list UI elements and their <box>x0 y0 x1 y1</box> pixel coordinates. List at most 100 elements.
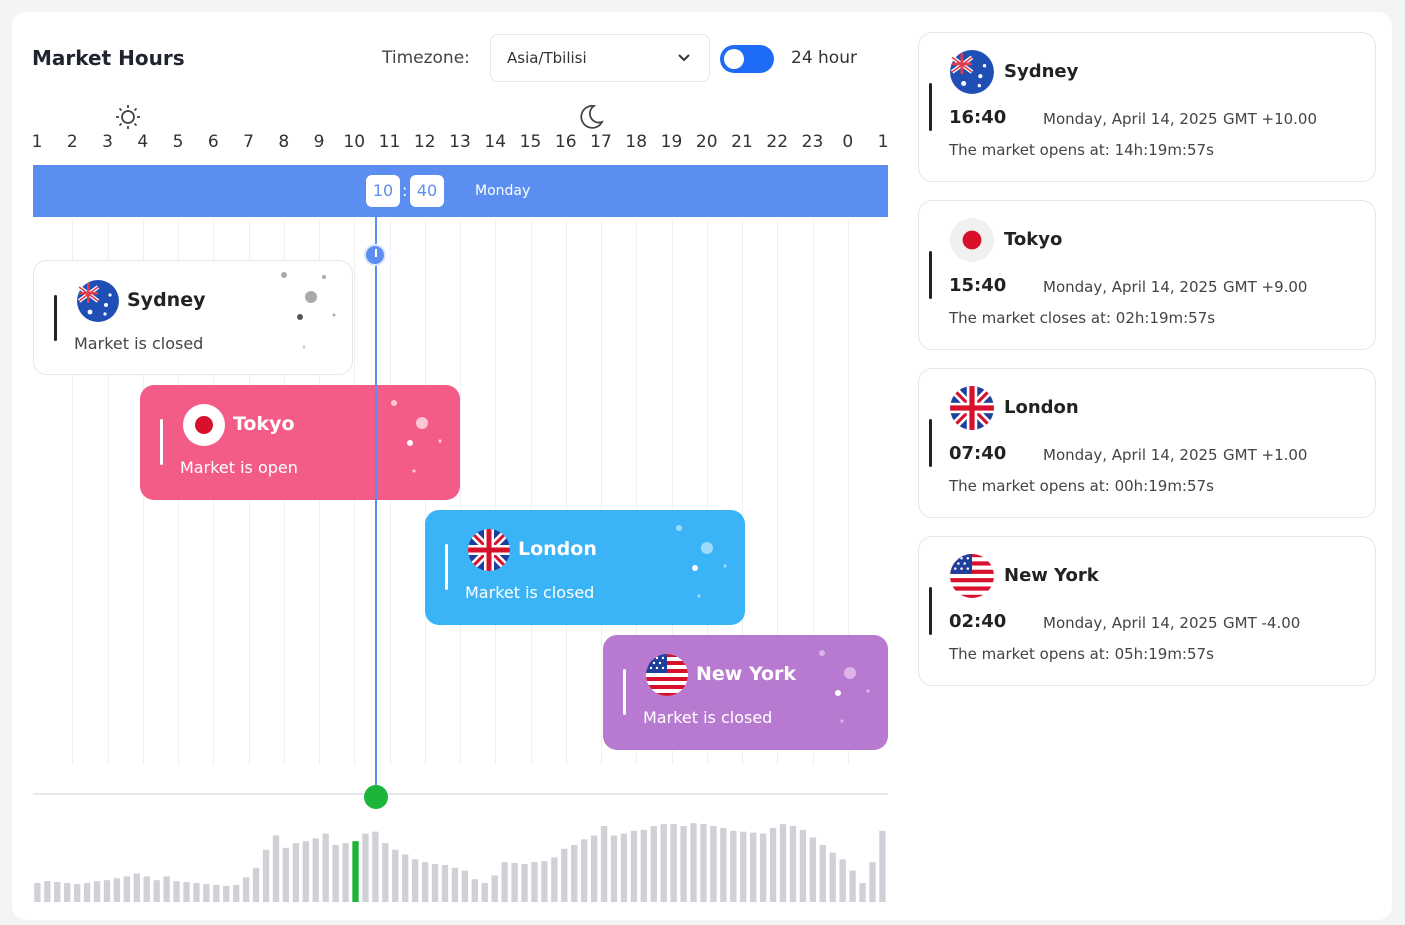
volume-bar <box>54 882 61 902</box>
gridline <box>495 220 497 765</box>
volume-bar <box>143 876 150 902</box>
hour-label: 1 <box>877 132 889 152</box>
session-bar <box>623 669 626 715</box>
hour-label: 3 <box>102 132 113 152</box>
market-bar <box>929 419 932 467</box>
current-hour-box: 10 <box>366 175 400 207</box>
australia-flag-icon <box>950 50 994 94</box>
market-date: Monday, April 14, 2025 <box>1043 446 1218 464</box>
volume-bar <box>441 864 449 902</box>
volume-bar <box>879 830 886 902</box>
decorative-dots <box>676 525 727 598</box>
volume-bar <box>64 883 71 902</box>
hour-label: 22 <box>766 132 789 152</box>
volume-separator <box>33 793 888 795</box>
24-hour-label: 24 hour <box>791 48 857 68</box>
current-day-band: 10 : 40 Monday <box>33 165 888 217</box>
volume-chart <box>34 823 886 902</box>
volume-bar <box>750 832 757 902</box>
hour-label: 4 <box>137 132 149 152</box>
volume-bar <box>302 841 309 902</box>
volume-bar <box>680 826 687 902</box>
volume-bar <box>223 885 230 902</box>
current-minute-box: 40 <box>410 175 444 207</box>
market-info-card-london[interactable]: London 07:40 Monday, April 14, 2025 GMT … <box>918 368 1376 518</box>
market-info-card-tokyo[interactable]: Tokyo 15:40 Monday, April 14, 2025 GMT +… <box>918 200 1376 350</box>
session-status: Market is open <box>180 458 298 477</box>
market-bar <box>929 83 932 131</box>
volume-bar <box>511 863 518 902</box>
market-countdown: The market closes at: 02h:19m:57s <box>949 309 1216 327</box>
volume-bar <box>551 857 558 902</box>
hour-label: 19 <box>660 132 683 152</box>
session-bar <box>445 544 448 590</box>
market-countdown: The market opens at: 05h:19m:57s <box>949 645 1214 663</box>
market-gmt-offset: GMT +9.00 <box>1223 278 1308 296</box>
chevron-down-icon <box>678 54 690 62</box>
australia-flag-icon <box>77 280 119 322</box>
volume-bar <box>799 829 807 902</box>
market-date: Monday, April 14, 2025 <box>1043 278 1218 296</box>
volume-bar <box>133 873 140 902</box>
hour-label: 15 <box>519 132 542 152</box>
volume-bar <box>262 849 270 902</box>
volume-bar <box>103 880 111 902</box>
hour-label: 10 <box>343 132 366 152</box>
volume-bar <box>233 884 240 902</box>
hour-label: 9 <box>313 132 325 152</box>
volume-bar <box>571 845 578 902</box>
volume-bar-current <box>352 841 359 902</box>
volume-bar <box>690 823 697 902</box>
volume-bar <box>590 835 598 902</box>
volume-bar <box>481 883 488 902</box>
volume-bar <box>153 880 160 902</box>
japan-flag-icon <box>950 218 994 262</box>
market-info-card-sydney[interactable]: Sydney 16:40 Monday, April 14, 2025 GMT … <box>918 32 1376 182</box>
hour-label: 12 <box>413 132 436 152</box>
volume-bar <box>869 862 876 902</box>
volume-bar <box>173 881 180 902</box>
volume-bar <box>332 845 339 902</box>
decorative-dots <box>281 272 336 349</box>
volume-bar <box>113 878 121 902</box>
market-local-time: 15:40 <box>949 275 1007 296</box>
volume-bar <box>829 852 836 902</box>
volume-bar <box>541 861 548 902</box>
session-city: London <box>518 538 597 560</box>
market-info-card-new-york[interactable]: New York 02:40 Monday, April 14, 2025 GM… <box>918 536 1376 686</box>
current-day-label: Monday <box>475 183 531 199</box>
volume-bar <box>34 883 41 902</box>
session-status: Market is closed <box>465 583 595 602</box>
hour-label: 20 <box>695 132 718 152</box>
hour-label: 6 <box>207 132 219 152</box>
volume-bar <box>163 876 170 902</box>
market-bar <box>929 251 932 299</box>
market-date: Monday, April 14, 2025 <box>1043 110 1218 128</box>
volume-current-dot[interactable] <box>364 785 388 809</box>
gridline <box>530 220 532 765</box>
volume-bar <box>272 835 280 902</box>
volume-bar <box>44 881 51 902</box>
volume-bar <box>640 829 647 902</box>
24-hour-toggle[interactable] <box>720 45 774 73</box>
volume-bar <box>779 824 787 902</box>
session-sydney[interactable]: Sydney Market is closed <box>33 260 353 375</box>
hour-label: 13 <box>449 132 471 152</box>
hour-label: 17 <box>590 132 612 152</box>
volume-bar <box>670 824 677 902</box>
volume-bar <box>372 831 379 902</box>
session-tokyo[interactable]: Tokyo Market is open <box>140 385 460 500</box>
hour-label: 14 <box>484 132 507 152</box>
gridline <box>565 220 567 765</box>
volume-bar <box>720 827 727 902</box>
timezone-select[interactable]: Asia/Tbilisi <box>490 34 710 82</box>
volume-bar <box>292 843 300 902</box>
session-london[interactable]: London Market is closed <box>425 510 745 625</box>
hour-label: 7 <box>243 132 254 152</box>
market-bar <box>929 587 932 635</box>
timeline-area: 10 : 40 Monday Sydney Market is closed T… <box>33 165 888 905</box>
volume-bar <box>322 833 329 902</box>
volume-bar <box>382 843 389 902</box>
session-new-york[interactable]: New York Market is closed <box>603 635 888 750</box>
volume-bar <box>630 830 638 902</box>
